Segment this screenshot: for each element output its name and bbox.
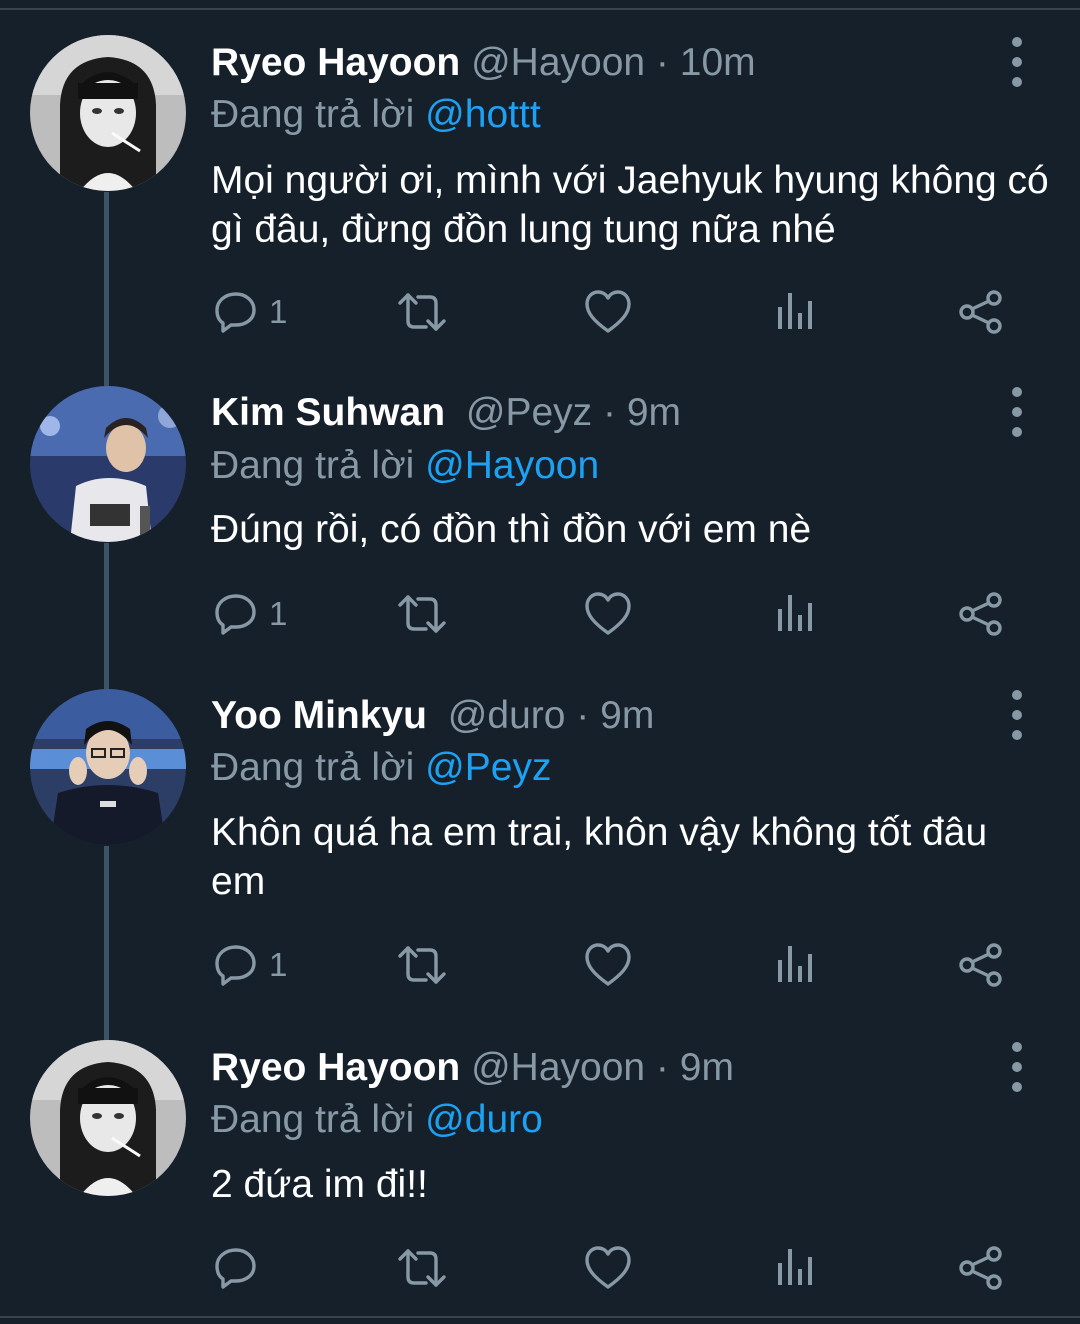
retweet-button[interactable]: [396, 282, 448, 342]
share-icon: [958, 1245, 1004, 1291]
analytics-icon: [775, 289, 815, 335]
replying-to: Đang trả lời @Peyz: [211, 741, 551, 795]
more-vertical-icon[interactable]: [1003, 1042, 1031, 1092]
tweet-actions: 1: [0, 584, 1080, 644]
heart-icon: [584, 1245, 632, 1291]
display-name[interactable]: Ryeo Hayoon: [211, 1046, 460, 1089]
reply-count: 1: [269, 946, 288, 983]
reply-icon: [213, 591, 259, 637]
retweet-icon: [396, 289, 448, 335]
separator-dot: ·: [576, 694, 590, 737]
analytics-icon: [775, 942, 815, 988]
heart-icon: [584, 289, 632, 335]
separator-dot: ·: [603, 391, 617, 434]
tweet-text: Đúng rồi, có đồn thì đồn với em nè: [211, 508, 812, 551]
share-button[interactable]: [958, 584, 1004, 644]
like-button[interactable]: [584, 584, 632, 644]
avatar[interactable]: [30, 35, 186, 191]
tweet-header: Ryeo Hayoon @Hayoon · 9m: [211, 1038, 734, 1098]
timestamp[interactable]: 9m: [600, 694, 654, 737]
analytics-button[interactable]: [775, 1238, 815, 1298]
replying-prefix: Đang trả lời: [211, 93, 415, 136]
reply-button[interactable]: 1: [213, 282, 287, 342]
analytics-button[interactable]: [775, 584, 815, 644]
share-icon: [958, 942, 1004, 988]
tweet-header: Kim Suhwan @Peyz · 9m: [211, 383, 681, 443]
replying-to: Đang trả lời @hottt: [211, 88, 541, 142]
more-vertical-icon[interactable]: [1003, 690, 1031, 740]
display-name[interactable]: Ryeo Hayoon: [211, 41, 460, 84]
separator-dot: ·: [655, 41, 669, 84]
tweet-actions: [0, 1238, 1080, 1298]
replying-to: Đang trả lời @duro: [211, 1093, 543, 1147]
like-button[interactable]: [584, 935, 632, 995]
user-handle[interactable]: @Hayoon: [471, 41, 645, 84]
replying-prefix: Đang trả lời: [211, 746, 415, 789]
like-button[interactable]: [584, 282, 632, 342]
reply-count: 1: [269, 595, 288, 632]
retweet-button[interactable]: [396, 584, 448, 644]
heart-icon: [584, 942, 632, 988]
tweet-text: 2 đứa im đi!!: [211, 1163, 428, 1206]
more-vertical-icon[interactable]: [1003, 387, 1031, 437]
timestamp[interactable]: 9m: [680, 1046, 734, 1089]
mention-link[interactable]: @Hayoon: [425, 444, 599, 487]
reply-button[interactable]: [213, 1238, 269, 1298]
share-button[interactable]: [958, 282, 1004, 342]
analytics-icon: [775, 591, 815, 637]
share-button[interactable]: [958, 935, 1004, 995]
reply-button[interactable]: 1: [213, 584, 287, 644]
display-name[interactable]: Yoo Minkyu: [211, 694, 427, 737]
replying-prefix: Đang trả lời: [211, 1098, 415, 1141]
more-vertical-icon[interactable]: [1003, 37, 1031, 87]
user-handle[interactable]: @Peyz: [466, 391, 592, 434]
tweet-header: Yoo Minkyu @duro · 9m: [211, 686, 654, 746]
analytics-button[interactable]: [775, 935, 815, 995]
mention-link[interactable]: @Peyz: [425, 746, 551, 789]
tweet-text: Mọi người ơi, mình với Jaehyuk hyung khô…: [211, 159, 1049, 251]
reply-icon: [213, 942, 259, 988]
avatar[interactable]: [30, 1040, 186, 1196]
share-button[interactable]: [958, 1238, 1004, 1298]
user-handle[interactable]: @duro: [448, 694, 566, 737]
timestamp[interactable]: 10m: [680, 41, 756, 84]
analytics-button[interactable]: [775, 282, 815, 342]
tweet-text: Khôn quá ha em trai, khôn vậy không tốt …: [211, 811, 988, 903]
tweet-actions: 1: [0, 935, 1080, 995]
reply-icon: [213, 289, 259, 335]
heart-icon: [584, 591, 632, 637]
retweet-icon: [396, 942, 448, 988]
reply-icon: [213, 1245, 259, 1291]
replying-to: Đang trả lời @Hayoon: [211, 439, 599, 493]
reply-count: 1: [269, 293, 288, 330]
bottom-divider: [0, 1316, 1080, 1324]
tweet-header: Ryeo Hayoon @Hayoon · 10m: [211, 33, 756, 93]
timestamp[interactable]: 9m: [627, 391, 681, 434]
retweet-icon: [396, 1245, 448, 1291]
analytics-icon: [775, 1245, 815, 1291]
mention-link[interactable]: @hottt: [425, 93, 540, 136]
like-button[interactable]: [584, 1238, 632, 1298]
display-name[interactable]: Kim Suhwan: [211, 391, 445, 434]
mention-link[interactable]: @duro: [425, 1098, 543, 1141]
share-icon: [958, 591, 1004, 637]
user-handle[interactable]: @Hayoon: [471, 1046, 645, 1089]
separator-dot: ·: [655, 1046, 669, 1089]
share-icon: [958, 289, 1004, 335]
top-divider: [0, 0, 1080, 10]
retweet-icon: [396, 591, 448, 637]
tweet-actions: 1: [0, 282, 1080, 342]
replying-prefix: Đang trả lời: [211, 444, 415, 487]
avatar[interactable]: [30, 689, 186, 845]
retweet-button[interactable]: [396, 935, 448, 995]
avatar[interactable]: [30, 386, 186, 542]
retweet-button[interactable]: [396, 1238, 448, 1298]
reply-button[interactable]: 1: [213, 935, 287, 995]
